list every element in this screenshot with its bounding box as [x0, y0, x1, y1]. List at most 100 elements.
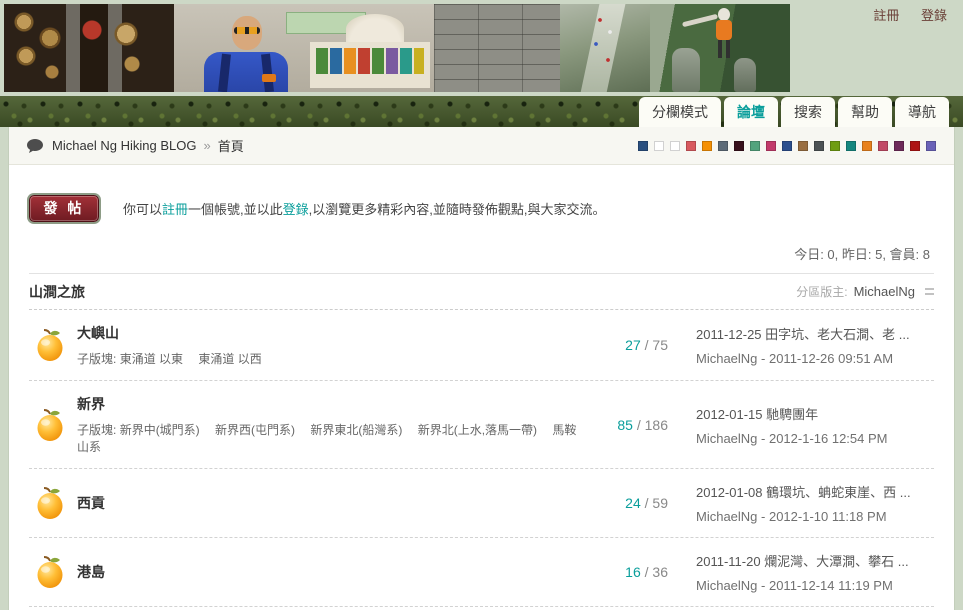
theme-swatch[interactable] [894, 141, 904, 151]
forum-title-link[interactable]: 新界 [77, 394, 105, 414]
forum-fruit-icon [35, 328, 67, 362]
forum-fruit-icon [35, 555, 67, 589]
thread-count: 85 [617, 417, 633, 433]
forum-stats: 24 / 59 [582, 495, 668, 511]
forum-title-link[interactable]: 西貢 [77, 493, 105, 513]
theme-swatch[interactable] [910, 141, 920, 151]
category-header: 山澗之旅 分區版主: MichaelNg [29, 274, 934, 310]
login-inline-link[interactable]: 登錄 [283, 202, 309, 217]
last-post-title-link[interactable]: 2012-01-15 馳騁團年 [696, 404, 934, 423]
theme-swatch[interactable] [862, 141, 872, 151]
theme-swatch[interactable] [782, 141, 792, 151]
theme-swatch[interactable] [798, 141, 808, 151]
subforum-label: 子版塊: [77, 352, 116, 366]
banner-sunglasses [234, 27, 260, 34]
theme-swatch[interactable] [846, 141, 856, 151]
stats-separator: / [633, 417, 645, 433]
forum-stats: 16 / 36 [582, 564, 668, 580]
banner-photo-stone-wall [434, 4, 560, 92]
welcome-text-part: ,以瀏覽更多精彩內容,並隨時發佈觀點,與大家交流。 [309, 202, 606, 217]
site-banner [4, 4, 790, 92]
subforum-label: 子版塊: [77, 423, 116, 437]
breadcrumb: Michael Ng Hiking BLOG » 首頁 [9, 127, 954, 165]
last-post-meta[interactable]: MichaelNg - 2011-12-14 11:19 PM [696, 578, 934, 593]
forum-row: 西貢 24 / 59 2012-01-08 鶴環坑、蚺蛇東崖、西 ... Mic… [29, 469, 934, 538]
banner-book-spines [316, 48, 424, 74]
last-post-title-link[interactable]: 2012-01-08 鶴環坑、蚺蛇東崖、西 ... [696, 482, 934, 501]
tab-forum[interactable]: 論壇 [724, 97, 778, 127]
collapse-icon[interactable] [925, 288, 934, 295]
forum-row: 新界 子版塊: 新界中(城門系) 新界西(屯門系) 新界東北(船灣系) 新界北(… [29, 381, 934, 469]
post-count: 59 [652, 495, 668, 511]
forum-category: 山澗之旅 分區版主: MichaelNg 大嶼山 子版塊: 東涌道 以東 東涌道… [29, 273, 934, 610]
banner-fan-display [346, 14, 404, 44]
theme-swatch[interactable] [750, 141, 760, 151]
last-post-meta[interactable]: MichaelNg - 2011-12-26 09:51 AM [696, 351, 934, 366]
last-post-title-link[interactable]: 2011-12-25 田字坑、老大石澗、老 ... [696, 324, 934, 343]
theme-swatch[interactable] [814, 141, 824, 151]
banner-photo-hiker-ridge [650, 4, 790, 92]
subforum-link[interactable]: 東涌道 以西 [198, 352, 261, 366]
last-post-title-link[interactable]: 2011-11-20 爛泥灣、大潭澗、攀石 ... [696, 551, 934, 570]
theme-swatch[interactable] [830, 141, 840, 151]
tab-navigation[interactable]: 導航 [895, 97, 949, 127]
board-stats: 今日: 0, 昨日: 5, 會員: 8 [9, 222, 954, 271]
post-count: 186 [645, 417, 668, 433]
theme-swatch[interactable] [670, 141, 680, 151]
subforum-line: 子版塊: 東涌道 以東 東涌道 以西 [77, 350, 582, 367]
banner-man-head [232, 16, 262, 50]
subforum-link[interactable]: 新界東北(船灣系) [310, 423, 402, 437]
forum-main: 西貢 [77, 493, 582, 513]
breadcrumb-site-link[interactable]: Michael Ng Hiking BLOG [52, 138, 197, 153]
banner-strap-buckle [262, 74, 276, 82]
welcome-section: 發 帖 你可以註冊一個帳號,並以此登錄,以瀏覽更多精彩內容,並隨時發佈觀點,與大… [9, 165, 954, 222]
theme-swatch[interactable] [702, 141, 712, 151]
comment-bubble-icon [27, 139, 43, 153]
new-post-button[interactable]: 發 帖 [29, 195, 99, 222]
forum-main: 新界 子版塊: 新界中(城門系) 新界西(屯門系) 新界東北(船灣系) 新界北(… [77, 394, 582, 455]
subforum-link[interactable]: 東涌道 以東 [120, 352, 183, 366]
last-post: 2011-11-20 爛泥灣、大潭澗、攀石 ... MichaelNg - 20… [696, 551, 934, 593]
last-post-meta[interactable]: MichaelNg - 2012-1-10 11:18 PM [696, 509, 934, 524]
tab-help[interactable]: 幫助 [838, 97, 892, 127]
banner-tiny-people [560, 4, 650, 92]
breadcrumb-separator: » [204, 138, 211, 153]
theme-swatch[interactable] [686, 141, 696, 151]
moderator-link[interactable]: MichaelNg [854, 284, 915, 299]
theme-swatch[interactable] [766, 141, 776, 151]
welcome-text-part: 一個帳號,並以此 [188, 202, 283, 217]
login-link[interactable]: 登錄 [921, 8, 947, 23]
theme-swatch-row [638, 141, 936, 151]
subforum-line: 子版塊: 新界中(城門系) 新界西(屯門系) 新界東北(船灣系) 新界北(上水,… [77, 421, 582, 455]
forum-title-link[interactable]: 大嶼山 [77, 323, 119, 343]
tab-search[interactable]: 搜索 [781, 97, 835, 127]
banner-man-figure [204, 16, 290, 92]
forum-title-link[interactable]: 港島 [77, 562, 105, 582]
subforum-link[interactable]: 新界北(上水,落馬一帶) [418, 423, 537, 437]
moderator-label: 分區版主: [796, 283, 847, 300]
forum-main: 大嶼山 子版塊: 東涌道 以東 東涌道 以西 [77, 323, 582, 367]
last-post: 2012-01-15 馳騁團年 MichaelNg - 2012-1-16 12… [696, 404, 934, 446]
forum-main: 港島 [77, 562, 582, 582]
last-post-meta[interactable]: MichaelNg - 2012-1-16 12:54 PM [696, 431, 934, 446]
theme-swatch[interactable] [926, 141, 936, 151]
register-inline-link[interactable]: 註冊 [162, 202, 188, 217]
subforum-link[interactable]: 新界中(城門系) [120, 423, 200, 437]
subforum-link[interactable]: 新界西(屯門系) [215, 423, 295, 437]
banner-photo-mountain-steps [560, 4, 650, 92]
breadcrumb-current-page: 首頁 [218, 136, 244, 155]
theme-swatch[interactable] [878, 141, 888, 151]
forum-fruit-icon [35, 408, 67, 442]
theme-swatch[interactable] [654, 141, 664, 151]
tab-column-mode[interactable]: 分欄模式 [639, 97, 721, 127]
theme-swatch[interactable] [734, 141, 744, 151]
theme-swatch[interactable] [718, 141, 728, 151]
banner-photo-souvenir-shop [4, 4, 174, 92]
banner-hiker-arm [682, 14, 718, 28]
banner-backpack-strap [218, 54, 231, 92]
moderator-area: 分區版主: MichaelNg [796, 283, 934, 300]
stats-separator: / [641, 564, 653, 580]
register-link[interactable]: 註冊 [873, 8, 899, 23]
content-card: Michael Ng Hiking BLOG » 首頁 發 帖 你可以註冊一個帳… [8, 127, 955, 610]
theme-swatch[interactable] [638, 141, 648, 151]
